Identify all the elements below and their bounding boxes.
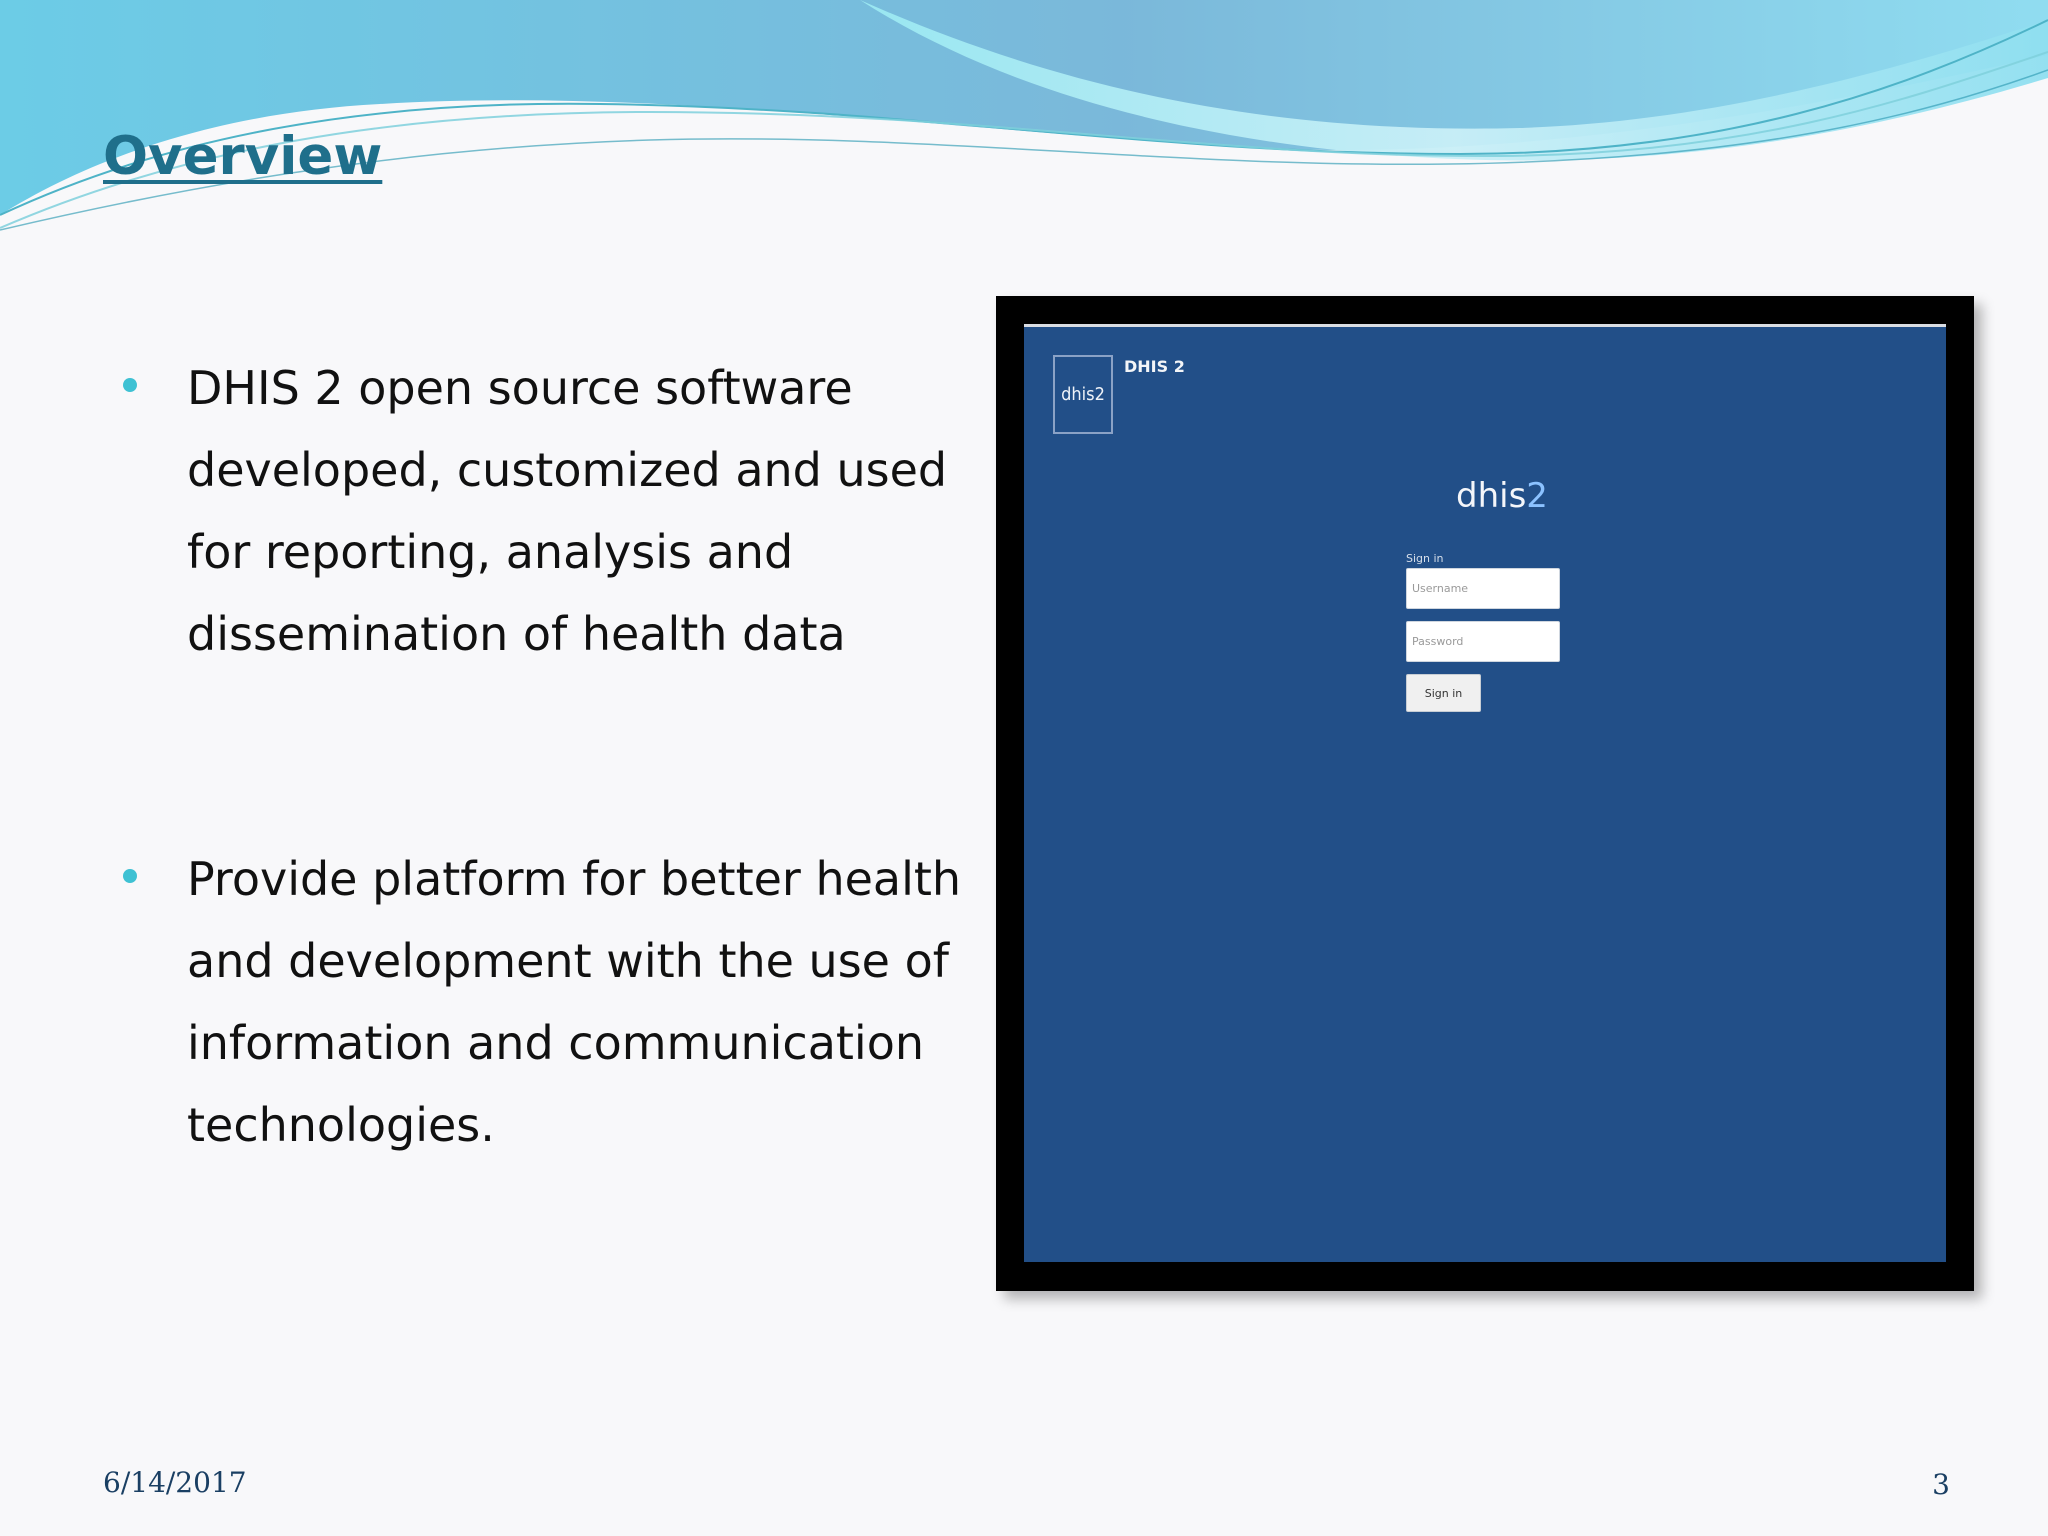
slide-page-number: 3 [1932,1468,1950,1501]
bullet-item-dhis2-software: DHIS 2 open source software developed, c… [120,347,990,675]
presentation-slide: Overview DHIS 2 open source software dev… [0,0,2048,1536]
bullet-dot-icon [123,869,137,883]
signin-button[interactable]: Sign in [1406,674,1481,712]
dhis2-logo-text: dhis2 [1061,384,1105,405]
username-input[interactable] [1406,568,1560,609]
bullet-dot-icon [123,378,137,392]
signin-label: Sign in [1406,552,1444,565]
password-input[interactable] [1406,621,1560,662]
bullet-list: DHIS 2 open source software developed, c… [120,347,990,1166]
center-logo-primary: dhis [1456,476,1527,516]
slide-date: 6/14/2017 [103,1466,247,1499]
app-name: DHIS 2 [1124,357,1185,376]
center-dhis2-logo: dhis2 [1456,476,1548,516]
bullet-item-health-platform: Provide platform for better health and d… [120,838,990,1166]
center-logo-secondary: 2 [1526,476,1548,516]
dhis2-login-page: dhis2 DHIS 2 dhis2 Sign in Sign in [1024,324,1946,1262]
dhis2-logo-icon: dhis2 [1053,355,1113,434]
bullet-text: DHIS 2 open source software developed, c… [187,361,948,661]
decorative-wave-header [0,0,2048,231]
dhis2-login-screenshot: dhis2 DHIS 2 dhis2 Sign in Sign in [996,296,1974,1291]
bullet-text: Provide platform for better health and d… [187,852,962,1152]
slide-title: Overview [103,126,383,187]
